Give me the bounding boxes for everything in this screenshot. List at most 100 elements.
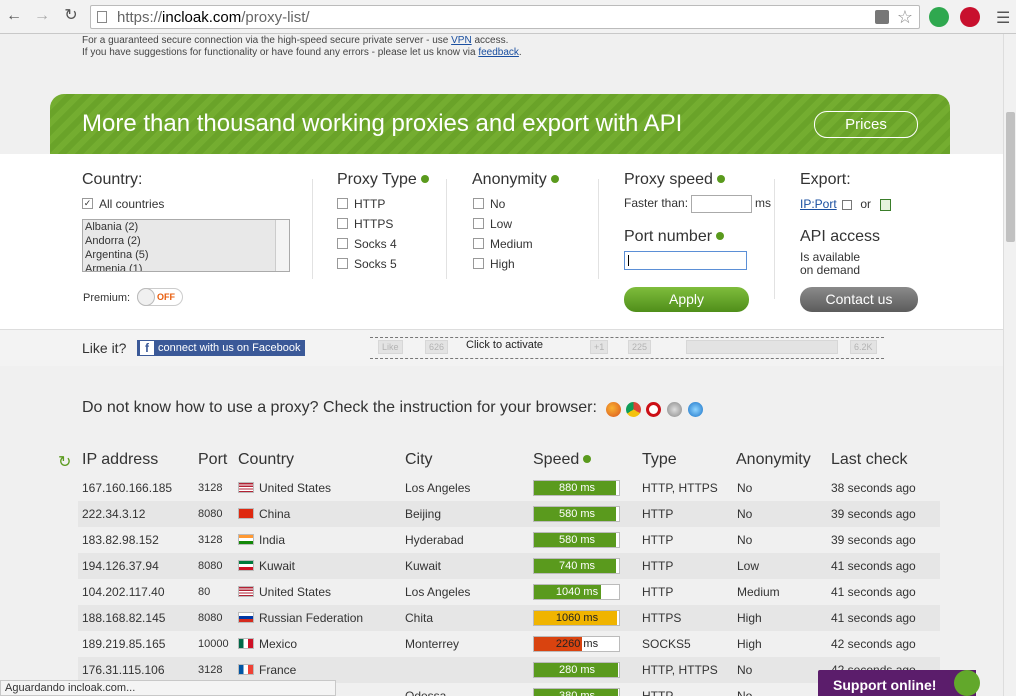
safari-icon[interactable] xyxy=(667,402,682,417)
refresh-icon[interactable]: ↻ xyxy=(58,452,71,472)
checkbox-box[interactable] xyxy=(473,198,484,210)
facebook-connect-button[interactable]: f connect with us on Facebook xyxy=(137,340,306,356)
help-icon[interactable] xyxy=(716,231,725,240)
ie-icon[interactable] xyxy=(688,402,703,417)
ip-cell[interactable]: 167.160.166.185 xyxy=(82,481,172,495)
help-icon[interactable] xyxy=(550,174,559,183)
speed-bar: 880 ms xyxy=(533,480,620,496)
checkbox-box[interactable]: ✓ xyxy=(82,198,93,210)
firefox-icon[interactable] xyxy=(606,402,621,417)
checkbox-box[interactable] xyxy=(473,258,484,270)
type-http-checkbox[interactable]: HTTP xyxy=(337,197,385,211)
mx-flag-icon xyxy=(238,638,254,650)
checkbox-box[interactable] xyxy=(473,218,484,230)
checkbox-box[interactable] xyxy=(473,238,484,250)
type-https-checkbox[interactable]: HTTPS xyxy=(337,217,393,231)
toggle-knob[interactable] xyxy=(137,288,155,306)
help-icon[interactable] xyxy=(716,174,725,183)
header-speed[interactable]: Speed xyxy=(533,451,592,469)
ip-cell[interactable]: 176.31.115.106 xyxy=(82,663,165,677)
ip-cell[interactable]: 189.219.85.165 xyxy=(82,637,165,651)
speed-input[interactable] xyxy=(691,195,752,213)
country-option[interactable]: Armenia (1) xyxy=(83,262,289,271)
port-cell: 10000 xyxy=(198,638,229,650)
ip-cell[interactable]: 183.82.98.152 xyxy=(82,533,159,547)
chrome-icon[interactable] xyxy=(626,402,641,417)
type-socks5-checkbox[interactable]: Socks 5 xyxy=(337,257,397,271)
apply-button[interactable]: Apply xyxy=(624,287,749,312)
checkbox-box[interactable] xyxy=(337,198,348,210)
speed-bar: 580 ms xyxy=(533,532,620,548)
speed-bar: 280 ms xyxy=(533,662,620,678)
ghost-share-icons xyxy=(686,340,838,354)
anon-medium-checkbox[interactable]: Medium xyxy=(473,237,533,251)
premium-toggle[interactable]: OFF xyxy=(137,288,183,306)
all-countries-checkbox[interactable]: ✓ All countries xyxy=(82,197,164,211)
city-cell: Los Angeles xyxy=(405,585,471,599)
speed-text: 1040 ms xyxy=(555,586,599,598)
help-icon[interactable] xyxy=(420,174,429,183)
opera-icon[interactable] xyxy=(646,402,661,417)
anonymity-cell: No xyxy=(737,507,753,521)
ms-label: ms xyxy=(755,196,771,210)
extension-green-icon[interactable] xyxy=(929,7,949,27)
table-row: 194.126.37.94 8080 Kuwait Kuwait 740 ms HTTP L… xyxy=(78,553,940,579)
help-icon[interactable] xyxy=(583,454,592,463)
chrome-menu-icon[interactable]: ☰ xyxy=(996,8,1010,28)
scrollbar-thumb[interactable] xyxy=(1006,112,1015,242)
vpn-link[interactable]: VPN xyxy=(451,35,472,46)
reload-icon[interactable]: ↻ xyxy=(61,6,81,26)
ip-cell[interactable]: 104.202.117.40 xyxy=(82,585,165,599)
country-cell: France xyxy=(238,663,296,677)
translate-icon[interactable] xyxy=(875,10,889,24)
ghost-gplus-count: 225 xyxy=(628,340,652,354)
header-type[interactable]: Type xyxy=(642,451,677,469)
ip-cell[interactable]: 222.34.3.12 xyxy=(82,507,145,521)
anon-high-checkbox[interactable]: High xyxy=(473,257,515,271)
page-scrollbar[interactable] xyxy=(1003,34,1016,696)
checkbox-box[interactable] xyxy=(337,218,348,230)
header-country[interactable]: Country xyxy=(238,451,294,469)
export-ip-port-link[interactable]: IP:Port xyxy=(800,197,837,211)
country-option[interactable]: Andorra (2) xyxy=(83,234,289,248)
back-icon[interactable]: ← xyxy=(4,6,24,26)
port-cell: 3128 xyxy=(198,534,223,546)
speed-text: 380 ms xyxy=(558,690,596,696)
bookmark-star-icon[interactable]: ☆ xyxy=(897,7,913,28)
country-list-scrollbar[interactable] xyxy=(275,220,289,271)
ip-cell[interactable]: 188.168.82.145 xyxy=(82,611,165,625)
feedback-link[interactable]: feedback xyxy=(478,47,519,58)
banner-title: More than thousand working proxies and e… xyxy=(82,110,683,137)
last-check-cell: 39 seconds ago xyxy=(831,507,916,521)
extension-red-icon[interactable] xyxy=(960,7,980,27)
port-cell: 80 xyxy=(198,586,211,598)
table-row: 188.168.82.145 8080 Russian Federation Chit… xyxy=(78,605,940,631)
checkbox-box[interactable] xyxy=(337,238,348,250)
type-socks4-checkbox[interactable]: Socks 4 xyxy=(337,237,397,251)
type-cell: HTTP, HTTPS xyxy=(642,481,718,495)
prices-button[interactable]: Prices xyxy=(814,111,918,138)
header-port[interactable]: Port xyxy=(198,451,227,469)
country-option[interactable]: Argentina (5) xyxy=(83,248,289,262)
like-bar: Like it? f connect with us on Facebook Li… xyxy=(0,330,1003,366)
address-bar[interactable]: https://incloak.com/proxy-list/ ☆ xyxy=(90,5,920,29)
country-list[interactable]: Albania (2) Andorra (2) Argentina (5) Ar… xyxy=(82,219,290,272)
header-anonymity[interactable]: Anonymity xyxy=(736,451,811,469)
anon-no-checkbox[interactable]: No xyxy=(473,197,505,211)
country-option[interactable]: Albania (2) xyxy=(83,220,289,234)
support-online-button[interactable]: Support online! xyxy=(818,670,980,696)
header-last-check[interactable]: Last check xyxy=(831,451,907,469)
external-window-icon[interactable] xyxy=(842,199,853,210)
header-ip[interactable]: IP address xyxy=(82,451,158,469)
forward-icon[interactable]: → xyxy=(32,6,52,26)
excel-icon[interactable] xyxy=(880,198,892,211)
ip-cell[interactable]: 194.126.37.94 xyxy=(82,559,159,573)
contact-us-button[interactable]: Contact us xyxy=(800,287,918,312)
click-to-activate[interactable]: Click to activate xyxy=(464,339,546,351)
header-city[interactable]: City xyxy=(405,451,433,469)
port-input[interactable] xyxy=(624,251,747,270)
type-cell: HTTP xyxy=(642,533,674,547)
anon-low-checkbox[interactable]: Low xyxy=(473,217,512,231)
checkbox-box[interactable] xyxy=(337,258,348,270)
type-cell: HTTP, HTTPS xyxy=(642,663,718,677)
